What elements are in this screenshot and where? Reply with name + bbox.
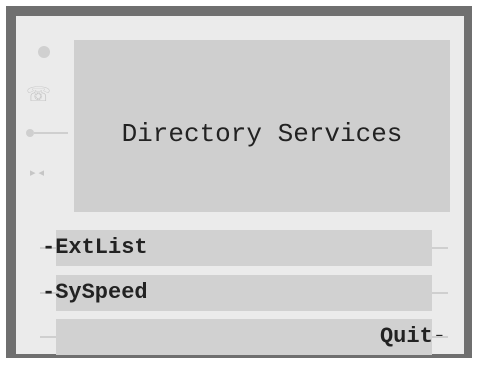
softkey-syspeed[interactable]: -SySpeed [42,279,148,307]
page-title: Directory Services [121,119,403,149]
softkey-right-tick [432,336,448,338]
softkey-row-3[interactable]: Quit- [40,319,448,355]
softkey-left-tick [40,336,56,338]
softkey-background [56,319,432,355]
softkey-row-2[interactable]: -SySpeed [40,275,448,311]
arrows-icon: ▸◂ [30,166,48,179]
line-icon [26,128,68,138]
softkey-right-tick [432,247,448,249]
phone-icon: ☏ [26,82,52,106]
softkey-row-1[interactable]: -ExtList [40,230,448,266]
line-bar-icon [34,132,68,134]
title-panel: Directory Services [74,40,450,212]
status-dot-icon [38,46,50,58]
softkey-extlist[interactable]: -ExtList [42,234,148,262]
line-bullet-icon [26,129,34,137]
softkey-right-tick [432,292,448,294]
